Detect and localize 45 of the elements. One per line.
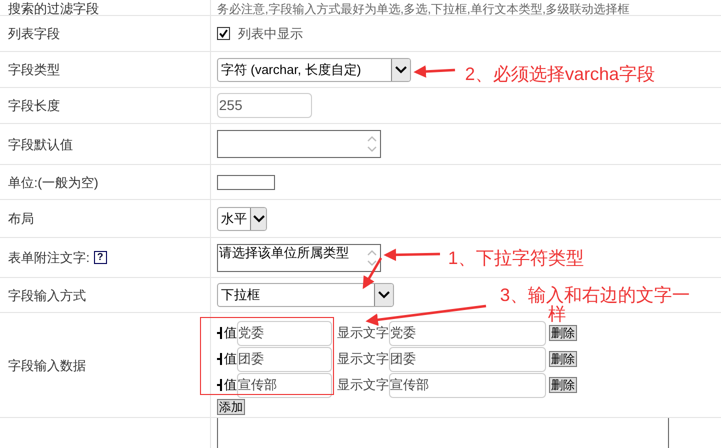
text-area[interactable]: 请选择该单位所属类型 [217, 244, 381, 272]
delete-button[interactable]: 删除 [549, 325, 577, 341]
spinner-icon [367, 248, 377, 268]
display-text-input[interactable]: 宣传部 [389, 372, 546, 398]
annotation-text: 2、必须选择varcha字段 [465, 63, 656, 86]
spinner-icon [367, 134, 377, 154]
checkbox-label: 列表中显示 [238, 24, 303, 43]
select-field[interactable]: 下拉框 [217, 283, 394, 307]
value-input[interactable]: 党委 [237, 320, 332, 346]
display-text-label: 显示文字 [337, 350, 389, 368]
display-text-input[interactable]: 党委 [389, 320, 546, 346]
input-field[interactable] [217, 174, 275, 190]
value-input[interactable]: 宣传部 [237, 372, 332, 398]
field-label: 单位:(一般为空) [8, 176, 98, 188]
value-label: 值 [224, 324, 237, 342]
add-button[interactable]: 添加 [217, 398, 245, 414]
select-field[interactable]: 字符 (varchar, 长度自定) [217, 58, 411, 82]
select-field[interactable]: 水平 [217, 206, 267, 230]
arrow [414, 65, 456, 78]
value-input[interactable]: 团委 [237, 346, 332, 372]
checkbox[interactable] [217, 27, 230, 40]
delete-button[interactable]: 删除 [549, 377, 577, 393]
field-label: 表单附注文字: [8, 251, 90, 264]
field-label: 字段长度 [8, 99, 60, 112]
help-button[interactable]: ? [94, 251, 107, 264]
field-label: 字段默认值 [8, 138, 73, 150]
field-label: 列表字段 [8, 27, 60, 40]
value-label: 值 [224, 350, 237, 368]
delete-button[interactable]: 删除 [549, 351, 577, 367]
field-label: 字段输入方式 [8, 288, 86, 302]
display-text-label: 显示文字 [337, 324, 389, 342]
drag-handle-icon[interactable] [217, 353, 222, 365]
field-label: 搜索的过滤字段 [8, 2, 99, 15]
input-field[interactable]: 255 [217, 93, 312, 118]
display-text-input[interactable]: 团委 [389, 346, 546, 372]
annotation-text: 1、下拉字符类型 [448, 247, 584, 270]
drag-handle-icon[interactable] [217, 327, 222, 339]
display-text-label: 显示文字 [337, 376, 389, 394]
field-label: 字段类型 [8, 63, 60, 76]
field-label: 布局 [8, 212, 34, 225]
text-area[interactable] [217, 130, 381, 158]
drag-handle-icon[interactable] [217, 379, 222, 391]
value-label: 值 [224, 376, 237, 394]
hint-text: 务必注意,字段输入方式最好为单选,多选,下拉框,单行文本类型,多级联动选择框 [217, 3, 630, 15]
field-label: 字段输入数据 [8, 358, 86, 372]
